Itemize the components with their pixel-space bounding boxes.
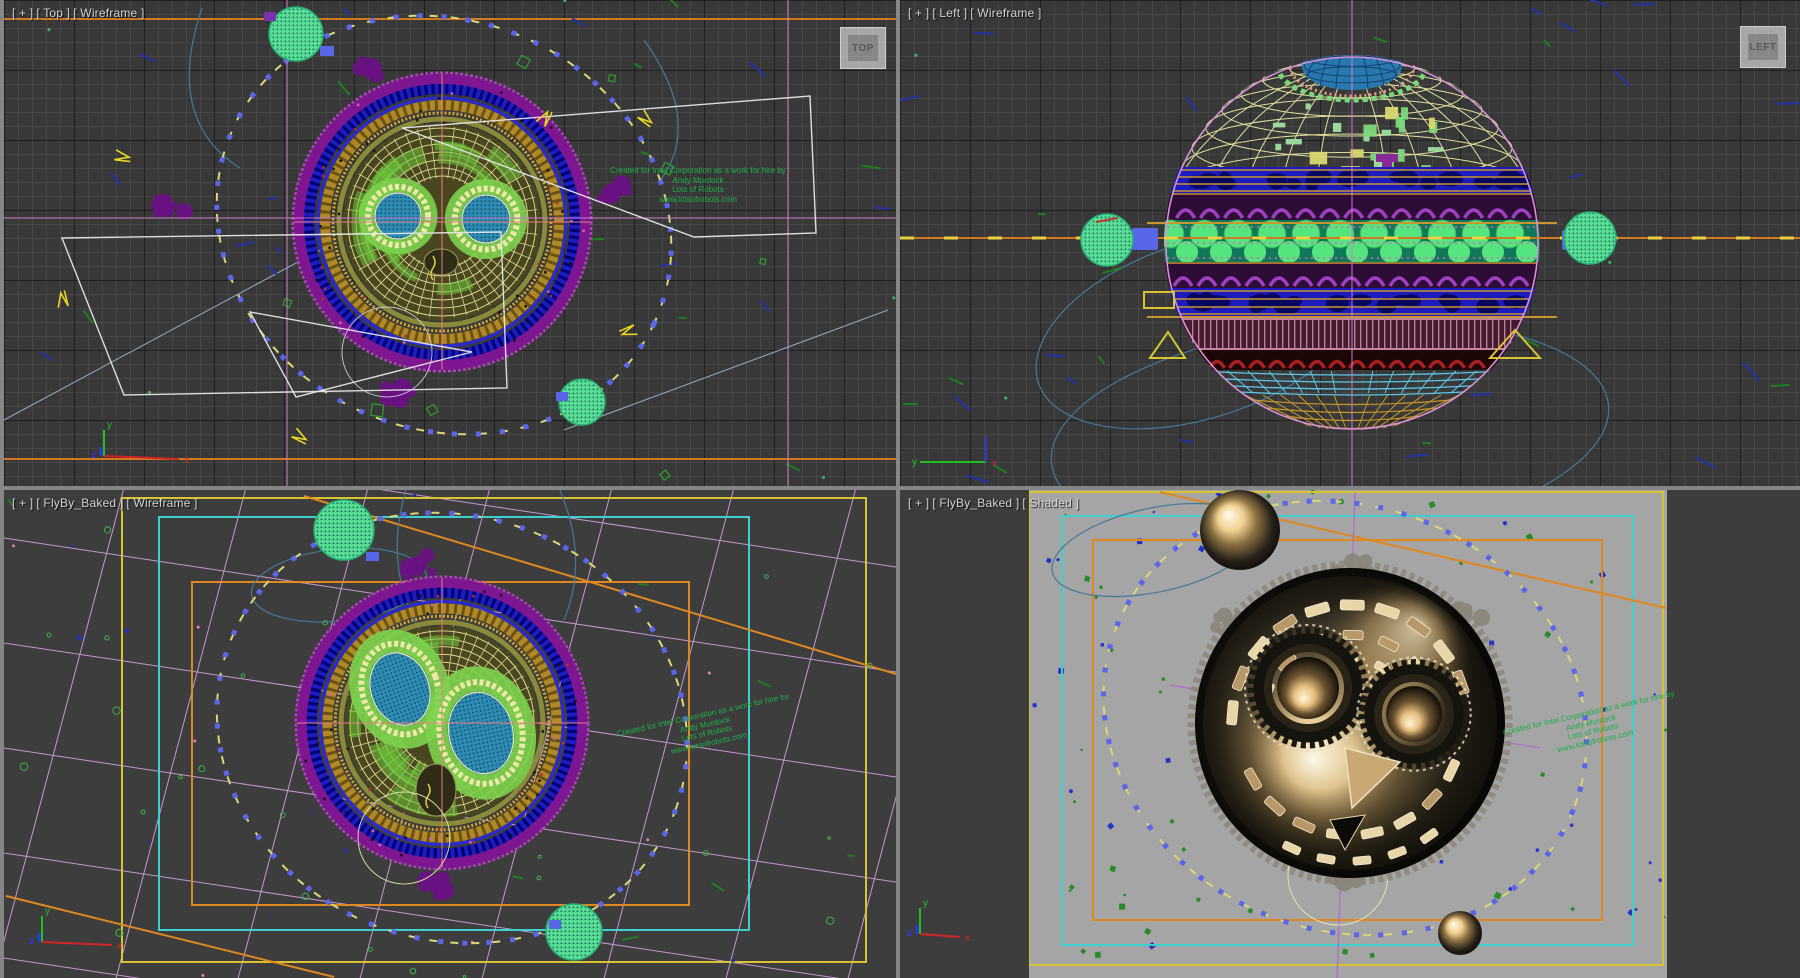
satellite-sphere-green[interactable]	[269, 7, 323, 61]
owl-eye	[445, 179, 528, 259]
satellite-sphere-green[interactable]	[314, 500, 374, 560]
svg-text:y: y	[923, 898, 928, 909]
viewport-label: [ + ][ Top ][ Wireframe ]	[12, 6, 148, 20]
owl-eye	[358, 178, 437, 255]
viewport-top[interactable]: y x z [ + ][ Top ][ Wireframe ] TOP	[4, 0, 896, 486]
svg-text:x: x	[184, 455, 189, 466]
svg-text:z: z	[907, 928, 912, 939]
viewport-menu-general[interactable]: [ + ]	[908, 496, 929, 510]
svg-text:z: z	[29, 936, 34, 947]
svg-text:x: x	[965, 933, 970, 944]
svg-text:x: x	[117, 941, 122, 952]
svg-text:y: y	[912, 457, 917, 468]
max-viewport-grid: yxz [ + ][ Top ][ Wireframe ] TOP yx [ +…	[0, 0, 1800, 978]
viewport-menu-shading[interactable]: [ Shaded ]	[1022, 496, 1079, 510]
svg-text:y: y	[45, 906, 50, 917]
satellite-sphere-green[interactable]	[559, 379, 605, 425]
svg-text:y: y	[107, 420, 112, 431]
viewport-label: [ + ][ FlyBy_Baked ][ Shaded ]	[908, 496, 1082, 510]
satellite-sphere-shiny[interactable]	[1438, 911, 1482, 955]
viewport-menu-pov[interactable]: [ FlyBy_Baked ]	[36, 496, 123, 510]
svg-text:z: z	[91, 450, 96, 461]
viewport-menu-general[interactable]: [ + ]	[908, 6, 929, 20]
satellite-sphere-green[interactable]	[1564, 212, 1616, 264]
debris-cluster	[417, 871, 454, 900]
viewport-menu-shading[interactable]: [ Wireframe ]	[73, 6, 144, 20]
satellite-sphere-green[interactable]	[1081, 214, 1133, 266]
viewport-menu-pov[interactable]: [ Top ]	[36, 6, 70, 20]
viewport-menu-general[interactable]: [ + ]	[12, 6, 33, 20]
viewport-menu-pov[interactable]: [ Left ]	[932, 6, 967, 20]
viewcube[interactable]: TOP	[840, 27, 886, 69]
viewport-left[interactable]: yx [ + ][ Left ][ Wireframe ] LEFT	[900, 0, 1800, 486]
debris-cluster	[380, 378, 416, 408]
satellite-sphere-green[interactable]	[546, 904, 602, 960]
viewport-label: [ + ][ FlyBy_Baked ][ Wireframe ]	[12, 496, 201, 510]
viewport-canvas-left: yx	[900, 0, 1800, 486]
satellite-sphere-shiny[interactable]	[1200, 490, 1280, 570]
viewport-canvas-top: y x z	[4, 0, 896, 486]
owl-sphere-side-wireframe[interactable]	[1156, 32, 1542, 429]
debris-cluster	[352, 56, 383, 82]
viewcube[interactable]: LEFT	[1740, 26, 1786, 68]
owl-sphere-wireframe[interactable]	[296, 577, 588, 869]
viewport-label: [ + ][ Left ][ Wireframe ]	[908, 6, 1045, 20]
world-axis-tripod: yx	[912, 436, 997, 469]
watermark-attribution-top: Created for Intel Corporation as a work …	[598, 166, 798, 204]
viewport-menu-shading[interactable]: [ Wireframe ]	[970, 6, 1041, 20]
viewport-canvas-flyby-shaded: y x z	[900, 490, 1800, 978]
viewport-menu-shading[interactable]: [ Wireframe ]	[126, 496, 197, 510]
debris-cluster	[400, 548, 437, 579]
svg-text:x: x	[992, 458, 997, 469]
viewport-menu-pov[interactable]: [ FlyBy_Baked ]	[932, 496, 1019, 510]
viewport-menu-general[interactable]: [ + ]	[12, 496, 33, 510]
debris-cluster	[151, 194, 193, 220]
viewport-flyby-shaded[interactable]: y x z [ + ][ FlyBy_Baked ][ Shaded ]	[900, 490, 1800, 978]
